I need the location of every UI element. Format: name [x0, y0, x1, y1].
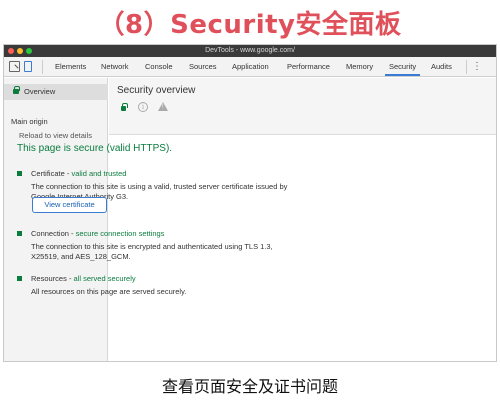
section-name: Connection: [31, 229, 69, 238]
lock-icon: [13, 86, 20, 94]
secure-status-text: This page is secure (valid HTTPS).: [17, 143, 173, 154]
security-sidebar: Overview Main origin Reload to view deta…: [4, 78, 108, 361]
tab-console[interactable]: Console: [145, 57, 173, 76]
sidebar-item-reload[interactable]: Reload to view details: [19, 131, 92, 140]
status-bullet: [17, 231, 22, 236]
section-title: Resources - all served securely: [31, 274, 136, 283]
section-title: Connection - secure connection settings: [31, 229, 165, 238]
security-overview-panel: Security overview i !: [109, 78, 496, 361]
section-status: all served securely: [73, 274, 136, 283]
page-title: Security overview: [117, 85, 196, 96]
toolbar-divider: [466, 60, 467, 74]
section-name: Certificate: [31, 169, 65, 178]
status-bullet: [17, 171, 22, 176]
section-title: Certificate - valid and trusted: [31, 169, 127, 178]
sidebar-item-label: Overview: [24, 87, 56, 96]
overview-header: Security overview i !: [109, 78, 496, 135]
inspect-element-icon[interactable]: [9, 61, 20, 72]
more-options-icon[interactable]: ⋮: [472, 59, 482, 74]
section-description: All resources on this page are served se…: [31, 287, 187, 296]
toolbar-divider: [42, 60, 43, 74]
sidebar-item-overview[interactable]: Overview: [4, 84, 108, 100]
lock-icon: [121, 103, 128, 111]
tab-network[interactable]: Network: [101, 57, 129, 76]
tab-elements[interactable]: Elements: [55, 57, 86, 76]
device-toolbar-icon[interactable]: [24, 61, 32, 72]
sidebar-section-main-origin: Main origin: [11, 117, 48, 126]
window-title: DevTools - www.google.com/: [205, 47, 295, 54]
tab-sources[interactable]: Sources: [189, 57, 217, 76]
warning-icon: !: [158, 102, 168, 111]
slide-caption: 查看页面安全及证书问题: [161, 377, 338, 396]
section-status: secure connection settings: [75, 229, 165, 238]
view-certificate-button[interactable]: View certificate: [32, 197, 107, 213]
slide-title: （8）Security安全面板: [98, 10, 402, 40]
status-bullet: [17, 276, 22, 281]
devtools-window: DevTools - www.google.com/ Elements Netw…: [3, 44, 497, 362]
tab-memory[interactable]: Memory: [346, 57, 373, 76]
tab-security[interactable]: Security: [385, 57, 421, 76]
tab-application[interactable]: Application: [232, 57, 269, 76]
window-titlebar: DevTools - www.google.com/: [4, 45, 496, 57]
tab-performance[interactable]: Performance: [287, 57, 330, 76]
section-name: Resources: [31, 274, 67, 283]
section-status: valid and trusted: [71, 169, 127, 178]
warning-glyph: !: [162, 104, 164, 110]
devtools-toolbar: Elements Network Console Sources Applica…: [4, 57, 496, 77]
tab-audits[interactable]: Audits: [431, 57, 452, 76]
section-description: The connection to this site is encrypted…: [31, 242, 273, 261]
info-icon: i: [138, 102, 148, 112]
